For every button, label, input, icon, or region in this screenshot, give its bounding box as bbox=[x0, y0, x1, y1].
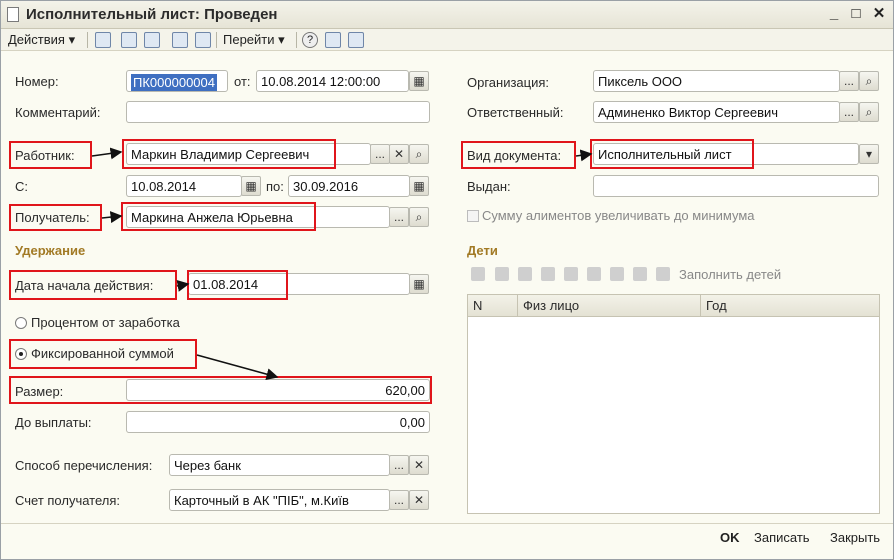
document-window: Исполнительный лист: Проведен _ □ ✕ Дейс… bbox=[0, 0, 894, 560]
arrow-employee bbox=[91, 147, 123, 160]
arrow-start-date bbox=[176, 279, 190, 292]
arrow-fixed-to-amount bbox=[196, 354, 279, 381]
annotation-arrows bbox=[91, 147, 593, 381]
arrow-doc-type bbox=[575, 149, 593, 162]
arrow-recipient bbox=[101, 211, 123, 224]
